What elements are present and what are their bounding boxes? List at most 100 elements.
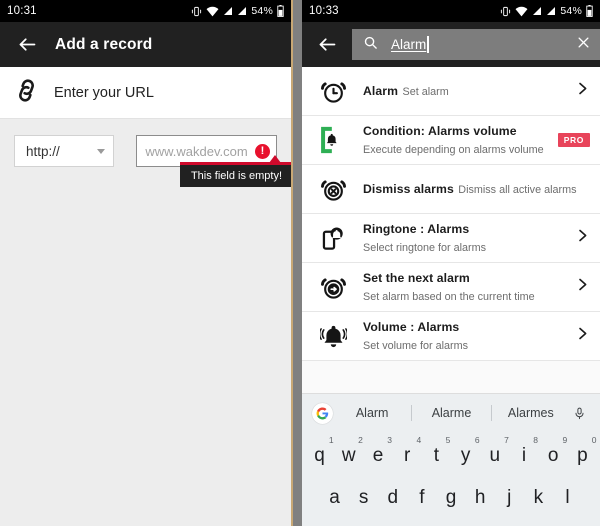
signal-icon (224, 7, 233, 15)
key-y[interactable]: 6y (451, 435, 480, 467)
key-r[interactable]: 4r (393, 435, 422, 467)
error-exclamation-icon: ! (255, 143, 270, 159)
search-input[interactable]: Alarm (352, 29, 600, 60)
status-icons: 54% (191, 5, 284, 17)
key-w[interactable]: 2w (334, 435, 363, 467)
key-i[interactable]: 8i (509, 435, 539, 467)
key-s[interactable]: s (349, 478, 378, 509)
arrow-back-icon[interactable] (310, 28, 344, 62)
arrow-back-icon[interactable] (10, 28, 44, 62)
list-item-subtitle: Set volume for alarms (363, 340, 469, 352)
battery-icon (277, 5, 284, 17)
list-item[interactable]: Volume : Alarms Set volume for alarms (302, 312, 600, 361)
key-label: l (565, 487, 570, 508)
status-icons: 54% (500, 5, 593, 17)
list-item-subtitle: Execute depending on alarms volume (363, 144, 544, 156)
close-icon[interactable] (576, 35, 591, 55)
search-query-text: Alarm (391, 37, 427, 52)
on-screen-keyboard: Alarm Alarme Alarmes 1q 2w 3e 4r 5 t 6 y… (302, 393, 600, 526)
list-item[interactable]: Set the next alarm Set alarm based on th… (302, 263, 600, 312)
key-label: j (507, 487, 512, 508)
key-number: 1 (328, 435, 334, 445)
key-number: 8 (533, 435, 539, 445)
key-h[interactable]: h (466, 478, 495, 509)
left-toolbar: Add a record (0, 22, 291, 67)
chevron-right-icon[interactable] (575, 277, 590, 297)
suggestion-0[interactable]: Alarm (333, 406, 411, 420)
list-item-title: Condition: Alarms volume (363, 124, 517, 138)
key-j[interactable]: j (495, 478, 524, 509)
key-k[interactable]: k (524, 478, 553, 509)
url-input-placeholder: www.wakdev.com (145, 143, 248, 159)
chevron-right-icon[interactable] (575, 326, 590, 346)
list-item[interactable]: Dismiss alarms Dismiss all active alarms (302, 165, 600, 214)
suggestion-2[interactable]: Alarmes (492, 406, 570, 420)
key-label: e (372, 445, 384, 466)
right-phone-screen: 10:33 54% Alarm Alarm Set alarm Conditio… (302, 0, 600, 526)
key-a[interactable]: a (320, 478, 349, 509)
key-u[interactable]: 7u (480, 435, 509, 467)
key-f[interactable]: f (407, 478, 436, 509)
key-number: 6 (474, 435, 480, 445)
panel-divider (293, 0, 302, 526)
battery-percent: 54% (560, 5, 582, 17)
list-item[interactable]: Alarm Set alarm (302, 67, 600, 116)
key-number: 4 (416, 435, 422, 445)
list-item-title: Set the next alarm (363, 271, 470, 285)
scheme-select-value: http:// (26, 143, 60, 159)
key-d[interactable]: d (378, 478, 407, 509)
list-item[interactable]: Ringtone : Alarms Select ringtone for al… (302, 214, 600, 263)
list-item-subtitle: Set alarm based on the current time (363, 291, 535, 303)
key-label: h (474, 487, 486, 508)
list-item-text: Alarm Set alarm (363, 82, 567, 100)
key-g[interactable]: g (436, 478, 465, 509)
search-results-list: Alarm Set alarm Condition: Alarms volume… (302, 67, 600, 409)
signal-icon (238, 7, 247, 15)
key-e[interactable]: 3e (363, 435, 392, 467)
alarm-clock-icon (316, 74, 350, 108)
chevron-right-icon[interactable] (575, 81, 590, 101)
condition-bell-icon (316, 123, 350, 157)
list-item-text: Condition: Alarms volume Execute dependi… (363, 122, 558, 158)
battery-percent: 54% (251, 5, 273, 17)
key-label: q (314, 445, 325, 466)
list-item-subtitle: Dismiss all active alarms (458, 184, 577, 196)
wifi-icon (206, 6, 219, 16)
left-phone-screen: 10:31 54% Add a record Enter your URL ht… (0, 0, 293, 526)
status-clock: 10:31 (7, 5, 37, 17)
key-label: t (433, 445, 440, 466)
key-label: p (577, 445, 588, 466)
right-toolbar: Alarm (302, 22, 600, 67)
list-item[interactable]: Condition: Alarms volume Execute dependi… (302, 116, 600, 165)
chevron-right-icon[interactable] (575, 228, 590, 248)
key-number: 2 (358, 435, 363, 445)
keyboard-row-2: a s d f g h j k l (302, 476, 600, 520)
microphone-icon[interactable] (570, 406, 590, 421)
key-q[interactable]: 1q (305, 435, 334, 467)
alarm-next-icon (316, 270, 350, 304)
key-label: o (547, 445, 559, 466)
dual-screenshot: 10:31 54% Add a record Enter your URL ht… (0, 0, 600, 526)
suggestion-1[interactable]: Alarme (412, 406, 490, 420)
url-header-label: Enter your URL (54, 84, 154, 101)
key-l[interactable]: l (553, 478, 582, 509)
key-number: 0 (591, 435, 597, 445)
status-badge: PRO (557, 133, 590, 147)
list-item-subtitle: Select ringtone for alarms (363, 242, 487, 254)
key-p[interactable]: 0p (568, 435, 597, 467)
key-number: 3 (387, 435, 392, 445)
vibrate-icon (501, 6, 511, 16)
chevron-down-icon (97, 148, 106, 154)
list-item-title: Ringtone : Alarms (363, 222, 470, 236)
scheme-select[interactable]: http:// (14, 135, 115, 167)
status-clock: 10:33 (309, 5, 339, 17)
key-label: f (419, 487, 425, 508)
key-t[interactable]: 5t (422, 435, 451, 467)
list-item-text: Ringtone : Alarms Select ringtone for al… (363, 220, 567, 256)
key-number: 5 (445, 435, 451, 445)
alarm-dismiss-icon (316, 172, 350, 206)
search-icon (363, 35, 378, 55)
phone-ringtone-icon (316, 221, 350, 255)
key-o[interactable]: 9o (539, 435, 568, 467)
tooltip-text: This field is empty! (190, 170, 283, 182)
